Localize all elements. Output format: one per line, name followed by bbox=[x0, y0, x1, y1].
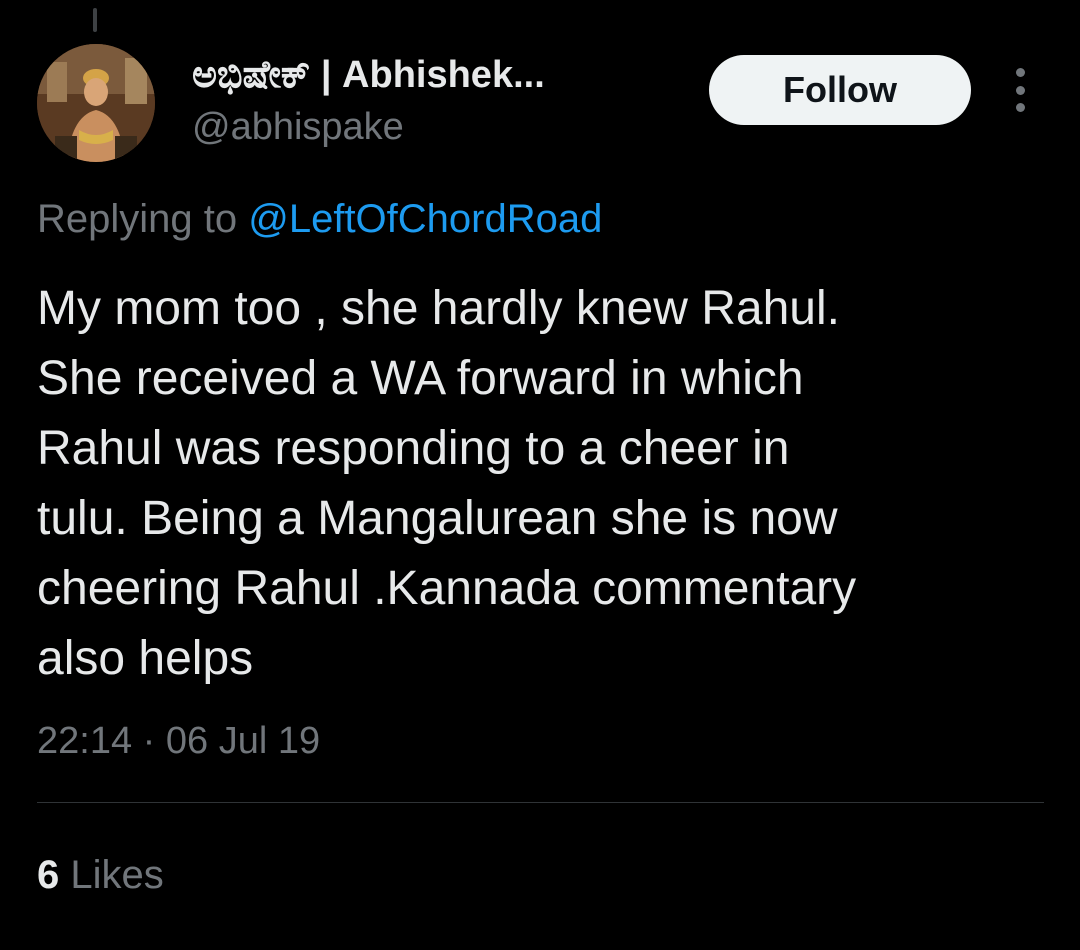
reply-mention-link[interactable]: @LeftOfChordRoad bbox=[248, 197, 602, 241]
divider bbox=[37, 802, 1044, 803]
replying-to-label: Replying to bbox=[37, 197, 249, 241]
follow-button[interactable]: Follow bbox=[709, 55, 971, 125]
more-dot bbox=[1015, 68, 1025, 77]
author-display-name[interactable]: ಅಭಿಷೇಕ್ | Abhishek... bbox=[192, 52, 662, 98]
likes-count: 6 bbox=[37, 853, 60, 897]
thread-connector-line bbox=[93, 8, 97, 32]
tweet-text: My mom too , she hardly knew Rahul. She … bbox=[37, 282, 857, 685]
likes-stat[interactable]: 6 Likes bbox=[37, 850, 164, 900]
likes-label: Likes bbox=[59, 853, 164, 897]
replying-to-line: Replying to @LeftOfChordRoad bbox=[37, 194, 602, 244]
more-dot bbox=[1015, 85, 1025, 95]
author-handle[interactable]: @abhispake bbox=[192, 104, 404, 150]
more-vertical-icon[interactable] bbox=[1004, 68, 1036, 112]
more-dot bbox=[1015, 103, 1025, 112]
avatar[interactable] bbox=[37, 44, 155, 162]
avatar-image bbox=[37, 44, 155, 162]
tweet-timestamp[interactable]: 22:14 · 06 Jul 19 bbox=[37, 716, 320, 766]
